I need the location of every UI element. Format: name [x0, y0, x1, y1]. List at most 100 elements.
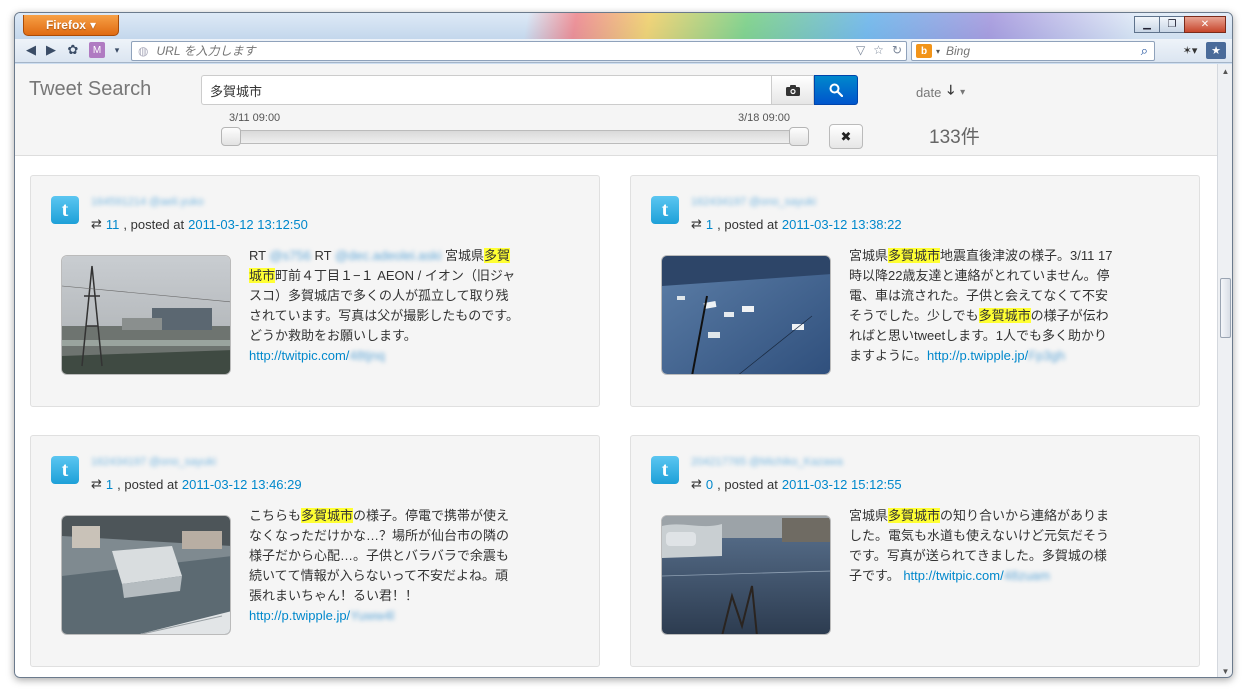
app-title[interactable]: Tweet Search: [29, 78, 151, 101]
tweet-user[interactable]: 204217765 @Michiko_Kazawa: [691, 456, 843, 468]
tweet-text-segment: 宮城県: [849, 248, 889, 263]
tweet-card: t 204217765 @Michiko_Kazawa ⇄ 0 , posted …: [630, 435, 1200, 667]
toolbar-extensions: ✶▾ ★: [1180, 42, 1226, 59]
tweet-text-segment: RT: [249, 248, 270, 263]
tweet-meta: ⇄ 0 , posted at 2011-03-12 15:12:55: [691, 476, 902, 492]
tweet-link[interactable]: http://twitpic.com/: [249, 348, 349, 363]
tweet-user[interactable]: 164591214 @aeli.yuko: [91, 196, 204, 208]
posted-label: , posted at: [717, 216, 778, 232]
slider-handle-start[interactable]: [221, 127, 241, 146]
url-history-dropdown-icon[interactable]: ▽: [856, 43, 865, 57]
tweet-photo[interactable]: [61, 515, 231, 635]
redacted-text[interactable]: 48zuam: [1004, 568, 1050, 583]
tweet-user[interactable]: 162434197 @ono_sayuki: [691, 196, 816, 208]
tweet-meta: ⇄ 11, posted at 2011-03-12 13:12:50: [91, 216, 308, 232]
tweet-link[interactable]: http://p.twipple.jp/: [927, 348, 1028, 363]
tweet-link[interactable]: http://twitpic.com/: [903, 568, 1003, 583]
sort-label: date: [916, 84, 942, 100]
tweet-card: t 162434197 @ono_sayuki ⇄ 1 , posted at 2…: [30, 435, 600, 667]
navigation-toolbar: ◀ ▶ ✿ M ▾ ◍ ▽ ☆ ↻ b ▾ ⌕ ✶▾ ★: [15, 39, 1232, 63]
tweet-date[interactable]: 2011-03-12 13:38:22: [782, 217, 902, 232]
tweet-date[interactable]: 2011-03-12 15:12:55: [782, 477, 902, 492]
tweet-text-segment: 町前４丁目１−１ AEON / イオン（旧ジャスコ）多賀城店で多くの人が孤立して…: [249, 268, 520, 343]
date-range-end: 3/18 09:00: [738, 112, 790, 124]
posted-label: , posted at: [123, 216, 185, 232]
page-content: Tweet Search date 🡓 ▾: [15, 64, 1219, 677]
redacted-text[interactable]: @s756: [269, 248, 310, 263]
tweet-date[interactable]: 2011-03-12 13:12:50: [188, 217, 308, 232]
search-button[interactable]: [814, 75, 858, 105]
redacted-text[interactable]: 48tjnq: [349, 348, 384, 363]
retweet-icon: ⇄: [91, 216, 102, 231]
tweet-meta: ⇄ 1 , posted at 2011-03-12 13:46:29: [91, 476, 302, 492]
query-input[interactable]: [201, 75, 771, 105]
date-range-slider[interactable]: [229, 130, 805, 144]
bookmark-star-icon[interactable]: ☆: [873, 43, 884, 57]
bing-logo-icon[interactable]: b: [916, 44, 932, 58]
twitter-icon: t: [651, 456, 679, 484]
tweet-date[interactable]: 2011-03-12 13:46:29: [182, 477, 302, 492]
maximize-button[interactable]: ❐: [1159, 16, 1185, 33]
back-arrow-icon[interactable]: ◀: [23, 42, 39, 58]
firefox-menu-button[interactable]: Firefox ▾: [23, 15, 119, 36]
search-bar[interactable]: b ▾ ⌕: [911, 41, 1155, 61]
posted-label: , posted at: [117, 476, 178, 492]
tweet-photo[interactable]: [661, 515, 831, 635]
retweet-icon: ⇄: [691, 216, 702, 231]
bookmarks-icon[interactable]: ★: [1206, 42, 1226, 59]
tweet-text: こちらも多賀城市の様子。停電で携帯が使えなくなっただけかな…？場所が仙台市の隣の…: [249, 506, 519, 626]
highlighted-keyword: 多賀城市: [888, 248, 941, 263]
page-scrollbar[interactable]: ▲ ▼: [1217, 64, 1232, 677]
clear-button[interactable]: ✖: [829, 124, 863, 149]
camera-icon: [785, 84, 800, 96]
title-bar: Firefox ▾ ▁ ❐ ✕: [15, 13, 1232, 39]
posted-label: , posted at: [717, 476, 778, 492]
firefox-menu-label: Firefox: [45, 18, 86, 32]
minimize-button[interactable]: ▁: [1134, 16, 1160, 33]
retweet-icon: ⇄: [691, 476, 702, 491]
retweet-icon: ⇄: [91, 476, 102, 491]
tweet-text: 宮城県多賀城市の知り合いから連絡がありました。電気も水道も使えないけど元気だそう…: [849, 506, 1119, 586]
sort-dropdown[interactable]: date 🡓 ▾: [916, 81, 965, 103]
camera-filter-button[interactable]: [771, 75, 814, 105]
tweet-text-segment: 宮城県: [441, 248, 485, 263]
scroll-thumb[interactable]: [1220, 278, 1231, 338]
globe-icon: ◍: [138, 44, 149, 58]
tweet-user[interactable]: 162434197 @ono_sayuki: [91, 456, 216, 468]
highlighted-keyword: 多賀城市: [888, 508, 941, 523]
redacted-text[interactable]: Yuww4l: [350, 608, 394, 623]
slider-handle-end[interactable]: [789, 127, 809, 146]
retweet-count[interactable]: 0: [706, 477, 713, 492]
scroll-down-icon[interactable]: ▼: [1218, 664, 1232, 677]
highlighted-keyword: 多賀城市: [301, 508, 354, 523]
browser-window: Firefox ▾ ▁ ❐ ✕ ◀ ▶ ✿ M ▾ ◍ ▽ ☆ ↻ b ▾ ⌕: [14, 12, 1233, 678]
reload-icon[interactable]: ↻: [892, 43, 902, 57]
retweet-count[interactable]: 1: [106, 477, 113, 492]
addon-icon[interactable]: ✿: [65, 42, 81, 58]
chevron-down-icon: ▾: [89, 18, 97, 32]
url-bar[interactable]: ◍ ▽ ☆ ↻: [131, 41, 907, 61]
window-close-button[interactable]: ✕: [1184, 16, 1226, 33]
redacted-text[interactable]: @dec.adeolei.aski: [335, 248, 441, 263]
forward-arrow-icon[interactable]: ▶: [43, 42, 59, 58]
search-engine-dropdown-icon[interactable]: ▾: [936, 47, 940, 56]
web-search-input[interactable]: [944, 43, 1125, 59]
redacted-text[interactable]: Fp3gh: [1028, 348, 1065, 363]
retweet-count[interactable]: 11: [106, 217, 120, 232]
twitter-icon: t: [51, 456, 79, 484]
tweet-text-segment: 宮城県: [849, 508, 889, 523]
search-header: Tweet Search date 🡓 ▾: [15, 64, 1219, 156]
scroll-up-icon[interactable]: ▲: [1218, 64, 1232, 78]
tweet-text: RT @s756 RT @dec.adeolei.aski 宮城県多賀城市町前４…: [249, 246, 519, 366]
twitter-icon: t: [651, 196, 679, 224]
url-input[interactable]: [154, 43, 835, 59]
puzzle-icon[interactable]: ✶▾: [1180, 42, 1200, 59]
extension-icon[interactable]: M: [89, 42, 105, 58]
web-search-icon[interactable]: ⌕: [1141, 43, 1148, 59]
tweet-card: t 164591214 @aeli.yuko ⇄ 11, posted at 2…: [30, 175, 600, 407]
retweet-count[interactable]: 1: [706, 217, 713, 232]
tweet-link[interactable]: http://p.twipple.jp/: [249, 608, 350, 623]
tweet-photo[interactable]: [661, 255, 831, 375]
extension-dropdown-icon[interactable]: ▾: [109, 42, 125, 58]
tweet-photo[interactable]: [61, 255, 231, 375]
